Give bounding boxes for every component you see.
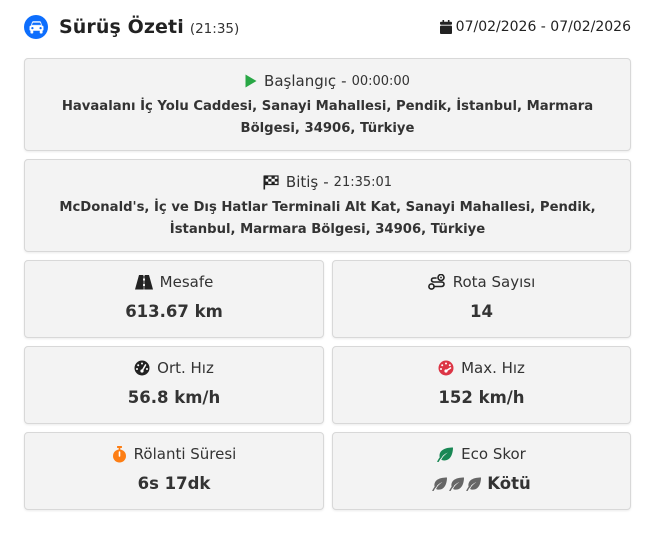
start-header: Başlangıç - 00:00:00 [25, 72, 630, 90]
gauge-icon [134, 360, 150, 376]
max-speed-header: Max. Hız [333, 359, 630, 377]
stopwatch-icon [112, 445, 126, 462]
speedometer-icon [438, 360, 454, 376]
play-icon [245, 74, 257, 88]
avg-speed-label: Ort. Hız [157, 359, 214, 377]
eco-score-row: Kötü [333, 474, 630, 493]
avg-speed-header: Ort. Hız [25, 359, 323, 377]
end-address: McDonald's, İç ve Dış Hatlar Terminali A… [59, 200, 596, 237]
checkered-flag-icon [263, 174, 279, 189]
leaf-icon [449, 476, 465, 491]
end-header: Bitiş - 21:35:01 [25, 173, 630, 191]
route-icon [427, 274, 445, 290]
max-speed-card: Max. Hız 152 km/h [332, 346, 631, 424]
idle-time-header: Rölanti Süresi [25, 445, 323, 463]
route-count-header: Rota Sayısı [333, 273, 630, 291]
route-count-card: Rota Sayısı 14 [332, 260, 631, 338]
end-label: Bitiş [285, 173, 319, 191]
leaf-icon [432, 476, 448, 491]
eco-score-label: Eco Skor [461, 445, 526, 463]
max-speed-value: 152 km/h [438, 388, 525, 407]
start-time: 00:00:00 [351, 73, 410, 89]
title-group: Sürüş Özeti (21:35) [24, 15, 239, 39]
date-range: 07/02/2026 - 07/02/2026 [439, 19, 631, 35]
start-address: Havaalanı İç Yolu Caddesi, Sanayi Mahall… [61, 99, 594, 136]
route-count-value: 14 [470, 302, 493, 321]
end-card: Bitiş - 21:35:01 McDonald's, İç ve Dış H… [24, 159, 631, 252]
idle-time-value: 6s 17dk [137, 474, 211, 493]
summary-header: Sürüş Özeti (21:35) 07/02/2026 - 07/02/2… [24, 12, 631, 42]
eco-score-value: Kötü [487, 474, 531, 493]
eco-score-card: Eco Skor Kötü [332, 432, 631, 510]
distance-label: Mesafe [159, 273, 214, 291]
summary-time: (21:35) [189, 20, 240, 37]
end-separator: - [323, 173, 329, 191]
idle-time-label: Rölanti Süresi [133, 445, 237, 463]
avg-speed-card: Ort. Hız 56.8 km/h [24, 346, 324, 424]
car-icon [24, 15, 48, 39]
end-time: 21:35:01 [333, 174, 393, 190]
idle-time-card: Rölanti Süresi 6s 17dk [24, 432, 324, 510]
page-title: Sürüş Özeti [59, 16, 184, 38]
date-range-text: 07/02/2026 - 07/02/2026 [455, 19, 631, 35]
eco-score-header: Eco Skor [333, 445, 630, 463]
start-card: Başlangıç - 00:00:00 Havaalanı İç Yolu C… [24, 58, 631, 151]
calendar-icon [439, 20, 452, 34]
road-icon [134, 274, 153, 289]
leaf-icon [437, 447, 454, 462]
start-separator: - [341, 72, 347, 90]
drive-summary-page: Sürüş Özeti (21:35) 07/02/2026 - 07/02/2… [0, 0, 653, 536]
avg-speed-value: 56.8 km/h [127, 388, 221, 407]
route-count-label: Rota Sayısı [452, 273, 536, 291]
distance-value: 613.67 km [125, 302, 223, 321]
max-speed-label: Max. Hız [461, 359, 525, 377]
start-label: Başlangıç [264, 72, 337, 90]
leaf-icon [466, 476, 482, 491]
eco-leaf-rating [432, 476, 483, 491]
distance-card: Mesafe 613.67 km [24, 260, 324, 338]
distance-header: Mesafe [25, 273, 323, 291]
